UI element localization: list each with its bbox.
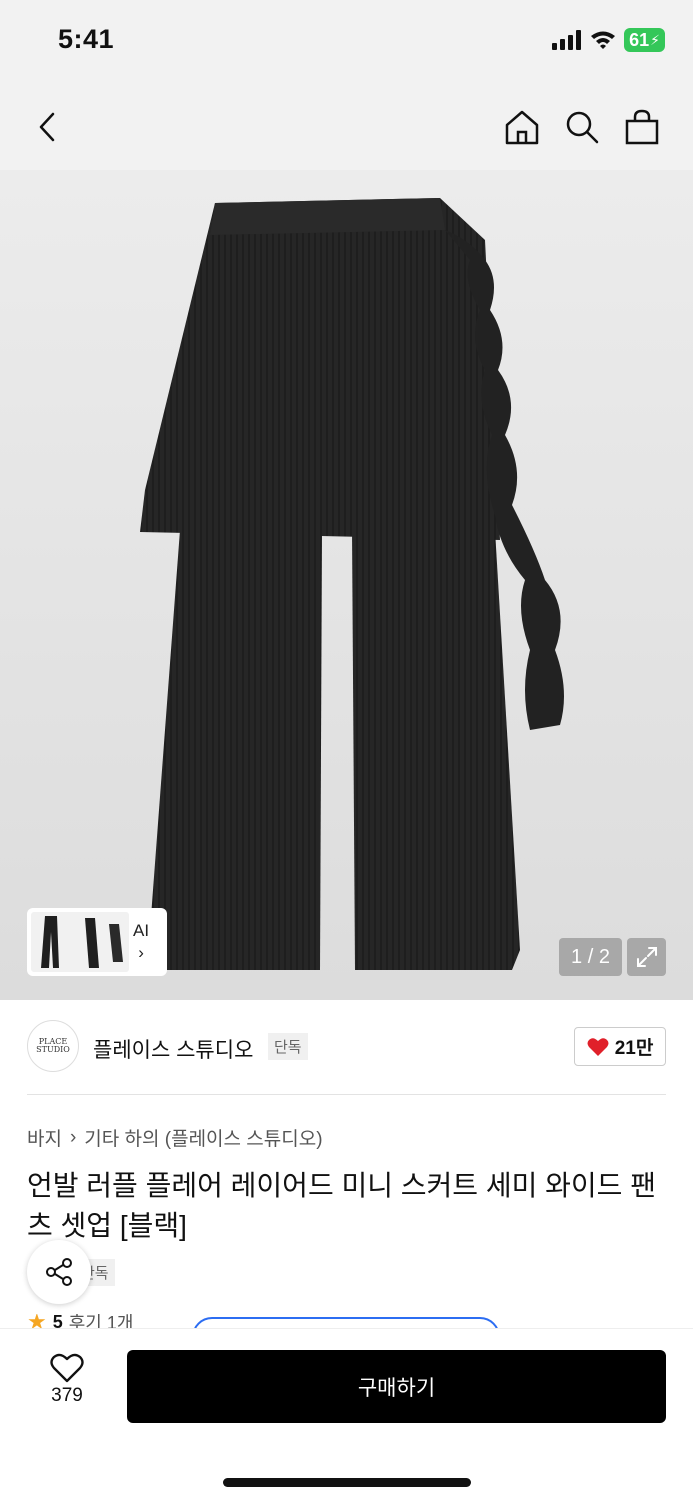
brand-name[interactable]: 플레이스 스튜디오 <box>93 1034 253 1064</box>
nav-bar <box>0 85 693 170</box>
back-icon <box>39 112 55 142</box>
signal-icon <box>552 30 582 50</box>
brand-logo-text: PLACE STUDIO <box>36 1037 70 1054</box>
wishlist-count: 379 <box>51 1385 83 1406</box>
brand-logo[interactable]: PLACE STUDIO <box>27 1020 79 1072</box>
ai-label: AI <box>133 921 150 940</box>
ai-label-group: AI › <box>133 920 149 964</box>
ai-similar-items-button[interactable]: AI › <box>27 908 167 976</box>
breadcrumb-item[interactable]: 기타 하의 (플레이스 스튜디오) <box>84 1124 322 1151</box>
product-image <box>0 170 693 1000</box>
home-indicator <box>223 1478 471 1487</box>
battery-level: 61 <box>629 29 650 50</box>
bottom-action-bar: 379 구매하기 <box>0 1328 693 1500</box>
brand-like-button[interactable]: 21만 <box>574 1027 666 1066</box>
chevron-right-icon: › <box>138 943 144 962</box>
status-time: 5:41 <box>58 24 115 54</box>
heart-filled-icon <box>587 1037 609 1056</box>
share-icon <box>46 1258 72 1286</box>
status-bar: 5:41 61 ⚡ <box>0 0 693 85</box>
share-button[interactable] <box>27 1240 91 1304</box>
breadcrumb: 바지 › 기타 하의 (플레이스 스튜디오) <box>27 1124 323 1151</box>
home-button[interactable] <box>498 103 546 151</box>
wifi-icon <box>591 31 616 49</box>
expand-icon <box>636 947 657 967</box>
charging-icon: ⚡ <box>650 31 660 48</box>
buy-button[interactable]: 구매하기 <box>127 1350 666 1423</box>
back-button[interactable] <box>24 103 72 151</box>
wishlist-button[interactable]: 379 <box>40 1353 94 1407</box>
chevron-right-icon: › <box>69 1126 77 1148</box>
search-icon <box>566 111 599 144</box>
brand-like-count: 21만 <box>614 1038 654 1059</box>
product-image-gallery[interactable]: AI › 1 / 2 <box>0 170 693 1000</box>
status-icons: 61 ⚡ <box>552 28 665 52</box>
expand-image-button[interactable] <box>627 938 666 976</box>
cart-button[interactable] <box>618 103 666 151</box>
product-title: 언발 러플 플레어 레이어드 미니 스커트 세미 와이드 팬츠 셋업 [블랙] <box>27 1170 656 1241</box>
brand-row[interactable]: PLACE STUDIO 플레이스 스튜디오 단독 21만 <box>0 1000 693 1095</box>
ai-thumbnail <box>31 912 129 972</box>
battery-indicator: 61 ⚡ <box>624 28 665 52</box>
search-button[interactable] <box>558 103 606 151</box>
page-indicator: 1 / 2 <box>559 938 622 976</box>
divider <box>27 1094 666 1095</box>
heart-outline-icon <box>50 1353 84 1383</box>
breadcrumb-item[interactable]: 바지 <box>27 1124 62 1151</box>
home-icon <box>505 110 539 145</box>
exclusive-badge: 단독 <box>268 1033 308 1060</box>
shopping-bag-icon <box>625 109 659 145</box>
